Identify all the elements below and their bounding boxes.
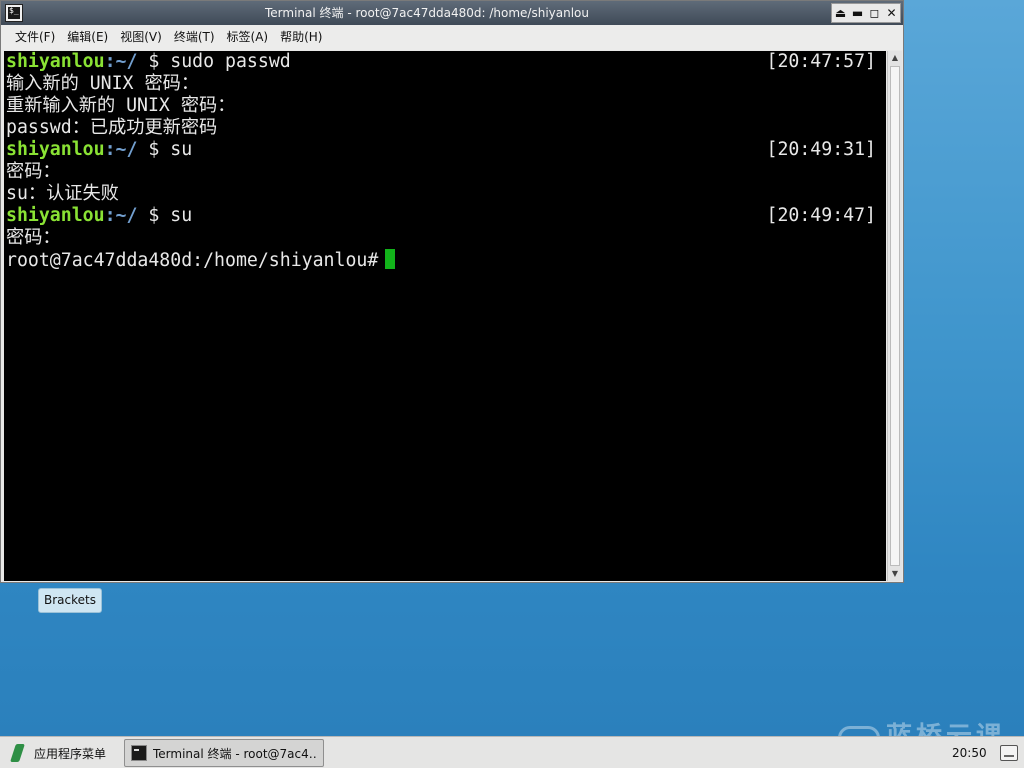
prompt-user: shiyanlou xyxy=(6,51,105,72)
terminal-window: $_ Terminal 终端 - root@7ac47dda480d: /hom… xyxy=(0,0,904,583)
prompt-separator: : xyxy=(104,205,116,226)
prompt-path: ~/ xyxy=(115,51,138,72)
menu-edit[interactable]: 编辑(E) xyxy=(61,25,114,50)
terminal-line: passwd：已成功更新密码 xyxy=(6,117,218,138)
timestamp: [20:49:47] xyxy=(766,205,877,226)
terminal-line: 输入新的 UNIX 密码： xyxy=(6,73,200,94)
menu-tabs[interactable]: 标签(A) xyxy=(221,25,275,50)
prompt-command: $ su xyxy=(137,205,193,226)
terminal-line: shiyanlou:~/ $ su [20:49:31] xyxy=(6,139,886,161)
terminal-scrollbar[interactable]: ▲ ▼ xyxy=(887,51,902,581)
shade-icon[interactable]: ⏏ xyxy=(832,4,849,22)
prompt-path: ~/ xyxy=(115,139,138,160)
taskbar-terminal-label: Terminal 终端 - root@7ac4… xyxy=(153,746,317,761)
close-icon[interactable]: ✕ xyxy=(883,4,900,22)
window-title: Terminal 终端 - root@7ac47dda480d: /home/s… xyxy=(264,6,589,20)
prompt-user: shiyanlou xyxy=(6,139,105,160)
terminal-line: su：认证失败 xyxy=(6,183,119,204)
window-titlebar[interactable]: $_ Terminal 终端 - root@7ac47dda480d: /hom… xyxy=(1,1,903,25)
timestamp: [20:47:57] xyxy=(766,51,877,72)
terminal-cursor xyxy=(385,249,396,269)
prompt-command: $ su xyxy=(137,139,193,160)
terminal-line: root@7ac47dda480d:/home/shiyanlou# xyxy=(6,249,886,271)
taskbar-terminal-button[interactable]: Terminal 终端 - root@7ac4… xyxy=(124,739,324,767)
applications-menu-button[interactable]: 应用程序菜单 xyxy=(4,739,112,767)
clock[interactable]: 20:50 xyxy=(952,737,987,768)
prompt-command: $ sudo passwd xyxy=(137,51,291,72)
window-controls: ⏏ ▬ ◻ ✕ xyxy=(831,3,901,23)
terminal-line: shiyanlou:~/ $ sudo passwd [20:47:57] xyxy=(6,51,886,73)
scrollbar-thumb[interactable] xyxy=(890,66,900,566)
terminal-app-icon-glyph: $_ xyxy=(9,6,19,15)
terminal-icon xyxy=(131,745,147,761)
prompt-path: ~/ xyxy=(115,205,138,226)
applications-menu-icon xyxy=(10,744,26,762)
terminal-app-icon[interactable]: $_ xyxy=(5,4,23,22)
terminal-line: shiyanlou:~/ $ su [20:49:47] xyxy=(6,205,886,227)
taskbar: 应用程序菜单 Terminal 终端 - root@7ac4… 20:50 xyxy=(0,736,1024,768)
notification-icon[interactable] xyxy=(1000,745,1018,761)
prompt-separator: : xyxy=(104,51,116,72)
brackets-desktop-label[interactable]: Brackets xyxy=(38,588,102,613)
terminal-line: 重新输入新的 UNIX 密码： xyxy=(6,95,236,116)
maximize-icon[interactable]: ◻ xyxy=(866,4,883,22)
scroll-down-icon[interactable]: ▼ xyxy=(888,567,902,581)
terminal-line: 密码： xyxy=(6,161,61,182)
menu-terminal[interactable]: 终端(T) xyxy=(168,25,221,50)
menubar: 文件(F) 编辑(E) 视图(V) 终端(T) 标签(A) 帮助(H) xyxy=(1,25,903,50)
root-prompt: root@7ac47dda480d:/home/shiyanlou# xyxy=(6,250,379,271)
timestamp: [20:49:31] xyxy=(766,139,877,160)
terminal-output[interactable]: shiyanlou:~/ $ sudo passwd [20:47:57] 输入新… xyxy=(4,51,886,581)
menu-view[interactable]: 视图(V) xyxy=(114,25,168,50)
prompt-separator: : xyxy=(104,139,116,160)
menu-help[interactable]: 帮助(H) xyxy=(274,25,328,50)
scroll-up-icon[interactable]: ▲ xyxy=(888,51,902,65)
prompt-user: shiyanlou xyxy=(6,205,105,226)
menu-file[interactable]: 文件(F) xyxy=(9,25,61,50)
terminal-line: 密码： xyxy=(6,227,61,248)
minimize-icon[interactable]: ▬ xyxy=(849,4,866,22)
applications-menu-label: 应用程序菜单 xyxy=(34,746,107,761)
